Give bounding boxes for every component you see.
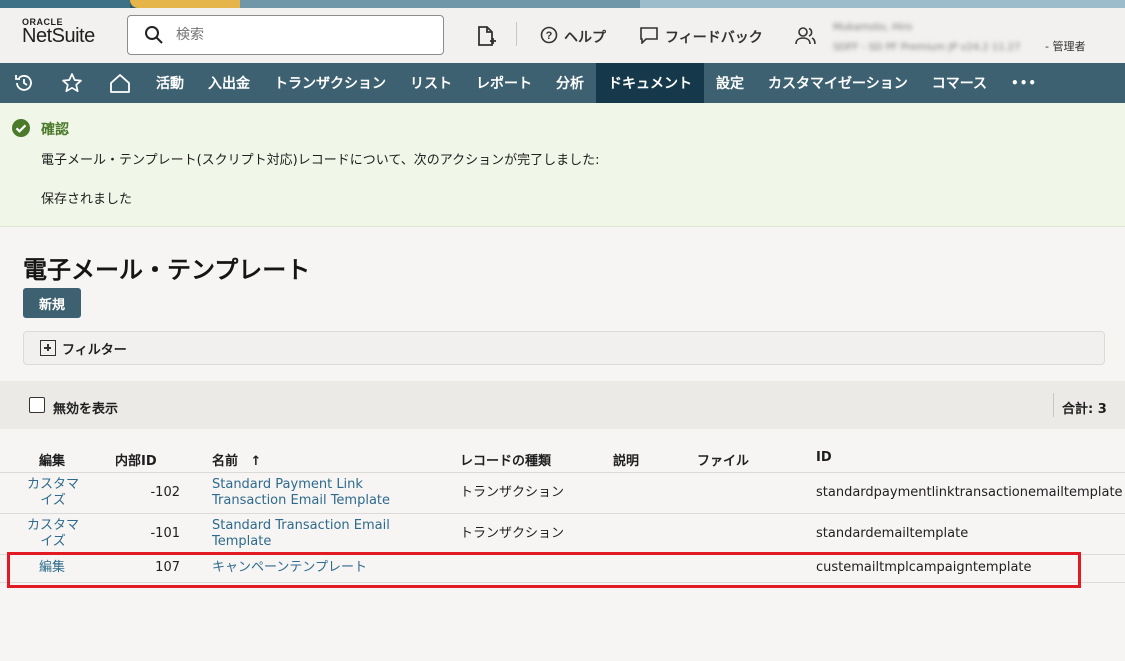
nav-analytics[interactable]: 分析 bbox=[544, 63, 596, 103]
nav-transactions[interactable]: トランザクション bbox=[262, 63, 398, 103]
show-inactive-label: 無効を表示 bbox=[53, 402, 119, 417]
template-name-link[interactable]: Standard Transaction Email Template bbox=[212, 518, 390, 550]
nav-lists[interactable]: リスト bbox=[398, 63, 464, 103]
col-id[interactable]: ID bbox=[816, 450, 832, 465]
header-stripe bbox=[0, 0, 1125, 8]
customize-link[interactable]: カスタマ イズ bbox=[25, 518, 81, 550]
nav-payments[interactable]: 入出金 bbox=[196, 63, 262, 103]
table-row: カスタマ イズ -102 Standard Payment Link Trans… bbox=[0, 473, 1125, 514]
favorites-icon[interactable] bbox=[48, 63, 96, 103]
netsuite-logo[interactable]: ORACLE NetSuite bbox=[22, 17, 95, 48]
nav-reports[interactable]: レポート bbox=[464, 63, 544, 103]
show-inactive-checkbox[interactable] bbox=[29, 397, 45, 413]
confirmation-message: 電子メール・テンプレート(スクリプト対応)レコードについて、次のアクションが完了… bbox=[41, 153, 600, 168]
global-search[interactable] bbox=[127, 15, 444, 55]
col-description[interactable]: 説明 bbox=[613, 450, 639, 469]
table-row: カスタマ イズ -101 Standard Transaction Email … bbox=[0, 514, 1125, 555]
total-count: 合計: 3 bbox=[1062, 402, 1107, 417]
svg-text:?: ? bbox=[546, 30, 553, 42]
check-icon bbox=[12, 119, 30, 137]
nav-commerce[interactable]: コマース bbox=[920, 63, 999, 103]
col-name[interactable]: 名前 ↑ bbox=[212, 450, 261, 469]
home-icon[interactable] bbox=[96, 63, 144, 103]
nav-activities[interactable]: 活動 bbox=[144, 63, 196, 103]
nav-more[interactable]: ••• bbox=[999, 63, 1049, 103]
users-icon[interactable] bbox=[795, 26, 817, 50]
main-nav: 活動 入出金 トランザクション リスト レポート 分析 ドキュメント 設定 カス… bbox=[0, 63, 1125, 103]
script-id: standardpaymentlinktransactionemailtempl… bbox=[816, 485, 1123, 500]
new-button[interactable]: 新規 bbox=[23, 288, 81, 318]
template-name-link[interactable]: Standard Payment Link Transaction Email … bbox=[212, 477, 390, 509]
filter-toggle[interactable]: フィルター bbox=[23, 331, 1105, 365]
confirmation-detail: 保存されました bbox=[41, 192, 133, 207]
help-link[interactable]: ? ヘルプ bbox=[540, 26, 606, 48]
feedback-icon bbox=[639, 26, 659, 48]
table-header: 編集 内部ID 名前 ↑ レコードの種類 説明 ファイル ID bbox=[0, 441, 1125, 473]
new-document-icon[interactable] bbox=[476, 25, 496, 51]
internal-id: -102 bbox=[150, 485, 180, 500]
toolbar-divider bbox=[1053, 393, 1054, 417]
page-title: 電子メール・テンプレート bbox=[23, 256, 311, 284]
col-internal-id[interactable]: 内部ID bbox=[115, 450, 157, 469]
confirmation-title: 確認 bbox=[41, 122, 69, 138]
sort-asc-icon: ↑ bbox=[250, 454, 262, 469]
internal-id: -101 bbox=[150, 526, 180, 541]
script-id: standardemailtemplate bbox=[816, 526, 969, 541]
record-type: トランザクション bbox=[460, 526, 565, 541]
search-icon bbox=[144, 25, 164, 49]
top-header: ORACLE NetSuite ? ヘルプ フィードバック Mukamoto, … bbox=[0, 0, 1125, 63]
header-divider bbox=[516, 22, 517, 46]
expand-icon bbox=[40, 340, 56, 356]
list-toolbar: 無効を表示 合計: 3 bbox=[0, 381, 1125, 429]
search-input[interactable] bbox=[176, 24, 426, 46]
highlight-box bbox=[7, 552, 1081, 588]
col-record-type[interactable]: レコードの種類 bbox=[460, 450, 551, 469]
help-icon: ? bbox=[540, 26, 558, 48]
nav-setup[interactable]: 設定 bbox=[704, 63, 756, 103]
confirmation-banner: 確認 電子メール・テンプレート(スクリプト対応)レコードについて、次のアクション… bbox=[0, 103, 1125, 227]
feedback-link[interactable]: フィードバック bbox=[639, 26, 763, 48]
customize-link[interactable]: カスタマ イズ bbox=[25, 477, 81, 509]
recent-icon[interactable] bbox=[0, 63, 48, 103]
col-edit: 編集 bbox=[39, 454, 66, 469]
record-type: トランザクション bbox=[460, 485, 565, 500]
nav-customization[interactable]: カスタマイゼーション bbox=[756, 63, 920, 103]
user-menu[interactable]: Mukamoto, Hiro SDFF - SD PF Premium JP v… bbox=[833, 18, 1085, 58]
nav-documents[interactable]: ドキュメント bbox=[596, 63, 704, 103]
col-file[interactable]: ファイル bbox=[697, 450, 749, 469]
